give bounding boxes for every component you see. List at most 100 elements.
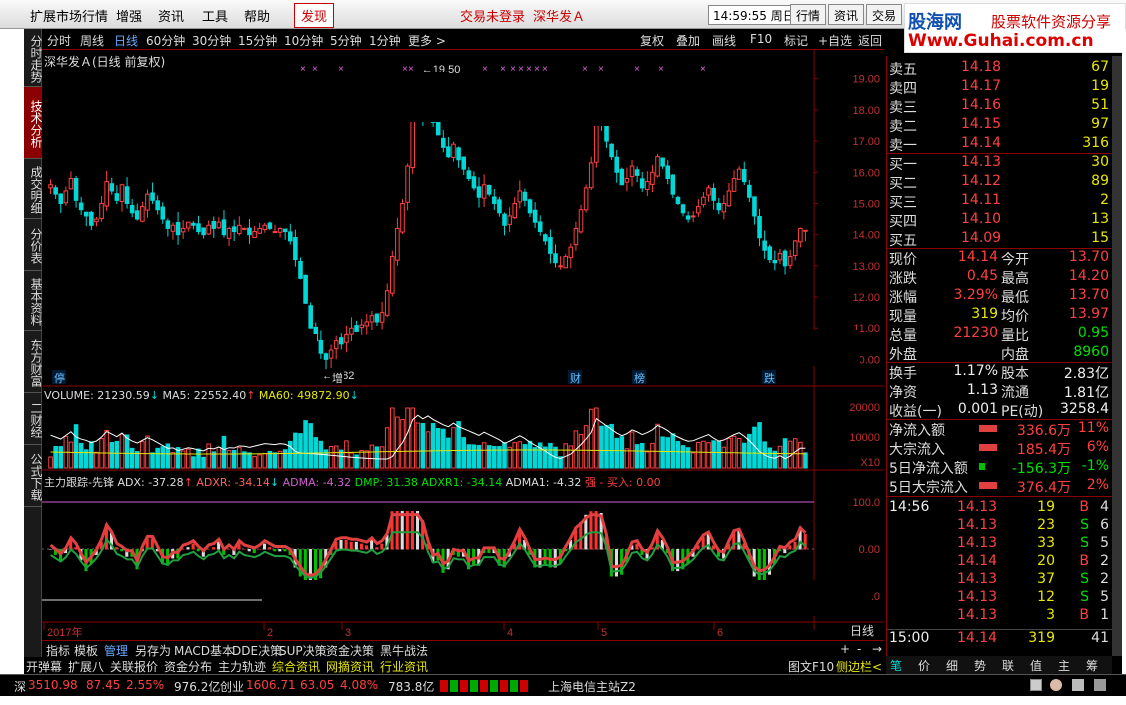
tab-link[interactable]: 联 — [1002, 657, 1014, 674]
quote-value: 14.20 — [1068, 268, 1109, 284]
network-icon[interactable] — [1094, 679, 1106, 691]
period-10min[interactable]: 10分钟 — [284, 32, 323, 49]
tick-time: 14:56 — [889, 499, 930, 515]
tab-main[interactable]: 主 — [1058, 657, 1070, 674]
bid-row[interactable]: 买二 14.12 89 — [887, 173, 1113, 192]
bid-row[interactable]: 买三 14.11 2 — [887, 192, 1113, 211]
tab-timeshare[interactable]: 分时走势 — [24, 29, 43, 87]
tab-formula-download[interactable]: 公式下载 — [24, 445, 43, 507]
ask-row[interactable]: 卖五 14.18 67 — [887, 59, 1113, 78]
volume-bar — [124, 434, 130, 469]
candle-body — [145, 193, 150, 211]
volume-bar — [298, 433, 303, 469]
ask-row[interactable]: 卖一 14.14 316 — [887, 135, 1113, 154]
bid-label: 买四 — [889, 214, 917, 230]
bid-row[interactable]: 买四 14.10 13 — [887, 211, 1113, 230]
volume-bar — [588, 408, 594, 469]
trade-button[interactable]: 交易 — [866, 4, 903, 25]
period-30min[interactable]: 30分钟 — [192, 32, 231, 49]
composite-news-link[interactable]: 综合资讯 — [272, 658, 320, 675]
mark-button[interactable]: 标记 — [784, 32, 808, 49]
main-trace-link[interactable]: 主力轨迹 — [218, 658, 266, 675]
sidebar-toggle[interactable]: 侧边栏< — [836, 658, 882, 675]
volume-bar — [614, 437, 620, 469]
period-5min[interactable]: 5分钟 — [330, 32, 362, 49]
draw-line-button[interactable]: 画线 — [712, 32, 736, 49]
zoom-out-button[interactable]: - — [857, 642, 861, 656]
period-15min[interactable]: 15分钟 — [238, 32, 277, 49]
gear-icon[interactable] — [1072, 679, 1084, 691]
zoom-in-button[interactable]: + — [840, 642, 850, 656]
danmaku-toggle[interactable]: 开弹幕 — [26, 658, 62, 675]
volume-value: VOLUME: 21230.59 — [44, 389, 150, 402]
ask-row[interactable]: 卖二 14.15 97 — [887, 116, 1113, 135]
tab-technical-analysis[interactable]: 技术分析 — [24, 87, 43, 159]
tab-ticks[interactable]: 笔 — [890, 657, 902, 674]
overlay-button[interactable]: 叠加 — [676, 32, 700, 49]
tab-basic-info[interactable]: 基本资料 — [24, 271, 43, 331]
graphic-f10-button[interactable]: 图文F10 — [788, 658, 834, 675]
right-scrollbar[interactable] — [1112, 56, 1122, 656]
bid-row[interactable]: 买五 14.09 15 — [887, 230, 1113, 249]
quote-row: 换手 1.17% 股本 2.83亿 — [887, 363, 1113, 382]
lock-icon[interactable] — [1030, 679, 1042, 691]
restore-rights-button[interactable]: 复权 — [640, 32, 664, 49]
tab-price-table[interactable]: 分价表 — [24, 219, 43, 271]
quote-button[interactable]: 行情 — [790, 4, 827, 25]
indicator-adxr1: ADXR1: -34.14 — [421, 476, 503, 489]
ask-row[interactable]: 卖三 14.16 51 — [887, 97, 1113, 116]
candle-body — [614, 156, 620, 173]
fund-distribution-link[interactable]: 资金分布 — [164, 658, 212, 675]
period-toolbar: 分时 周线 日线 60分钟 30分钟 15分钟 10分钟 5分钟 1分钟 更多 … — [42, 29, 884, 50]
volume-bar — [481, 442, 487, 469]
add-watchlist-button[interactable]: +自选 — [818, 32, 852, 49]
menu-help[interactable]: 帮助 — [244, 6, 270, 25]
period-60min[interactable]: 60分钟 — [146, 32, 185, 49]
tab-detail[interactable]: 细 — [946, 657, 958, 674]
f10-button[interactable]: F10 — [750, 32, 772, 46]
quote-value: 14.14 — [957, 249, 998, 265]
period-more[interactable]: 更多 > — [408, 32, 446, 49]
bid-volume: 15 — [1091, 230, 1109, 246]
tick-side: S — [1080, 571, 1089, 587]
period-1min[interactable]: 1分钟 — [369, 32, 401, 49]
candle-body — [471, 176, 477, 189]
volume-legend: VOLUME: 21230.59↓ MA5: 22552.40↑ MA60: 4… — [44, 389, 359, 402]
menu-discover[interactable]: 发现 — [294, 3, 335, 28]
related-quotes-link[interactable]: 关联报价 — [110, 658, 158, 675]
tab-value[interactable]: 值 — [1030, 657, 1042, 674]
scroll-right-button[interactable]: → — [872, 642, 882, 656]
period-daily[interactable]: 日线 — [114, 32, 138, 49]
flow-bar — [979, 425, 997, 432]
chart-title: 深华发Ａ(日线 前复权) — [44, 55, 166, 69]
tab-price[interactable]: 价 — [918, 657, 930, 674]
industry-news-link[interactable]: 行业资讯 — [380, 658, 428, 675]
candle-body — [456, 147, 461, 161]
bid-price: 14.12 — [961, 173, 1002, 189]
tab-trend[interactable]: 势 — [974, 657, 986, 674]
menu-news[interactable]: 资讯 — [158, 6, 184, 25]
tick-count: 2 — [1100, 553, 1109, 569]
ask-row[interactable]: 卖四 14.17 19 — [887, 78, 1113, 97]
indicator-bar — [594, 511, 598, 550]
news-button[interactable]: 资讯 — [828, 4, 865, 25]
menu-tools[interactable]: 工具 — [202, 6, 228, 25]
period-timeshare[interactable]: 分时 — [47, 32, 71, 49]
tab-trade-detail[interactable]: 成交明细 — [24, 159, 43, 219]
chat-icon[interactable] — [1050, 679, 1062, 691]
back-button[interactable]: 返回 — [858, 32, 882, 49]
tab-finance[interactable]: 二财经 — [24, 393, 43, 445]
cy-index-change: 63.05 — [300, 678, 335, 692]
tab-chips[interactable]: 筹 — [1086, 657, 1098, 674]
web-digest-link[interactable]: 网摘资讯 — [326, 658, 374, 675]
candle-body — [221, 219, 227, 236]
period-weekly[interactable]: 周线 — [80, 32, 104, 49]
tab-eastmoney[interactable]: 东方财富 — [24, 331, 43, 393]
bid-row[interactable]: 买一 14.13 30 — [887, 154, 1113, 173]
trade-login-status[interactable]: 交易未登录 — [460, 6, 525, 25]
menu-enhance[interactable]: 增强 — [116, 6, 142, 25]
candle-body — [629, 165, 635, 178]
tick-price: 14.13 — [957, 571, 998, 587]
extended-8-link[interactable]: 扩展八 — [68, 658, 104, 675]
menu-extended-market[interactable]: 扩展市场行情 — [30, 6, 108, 25]
